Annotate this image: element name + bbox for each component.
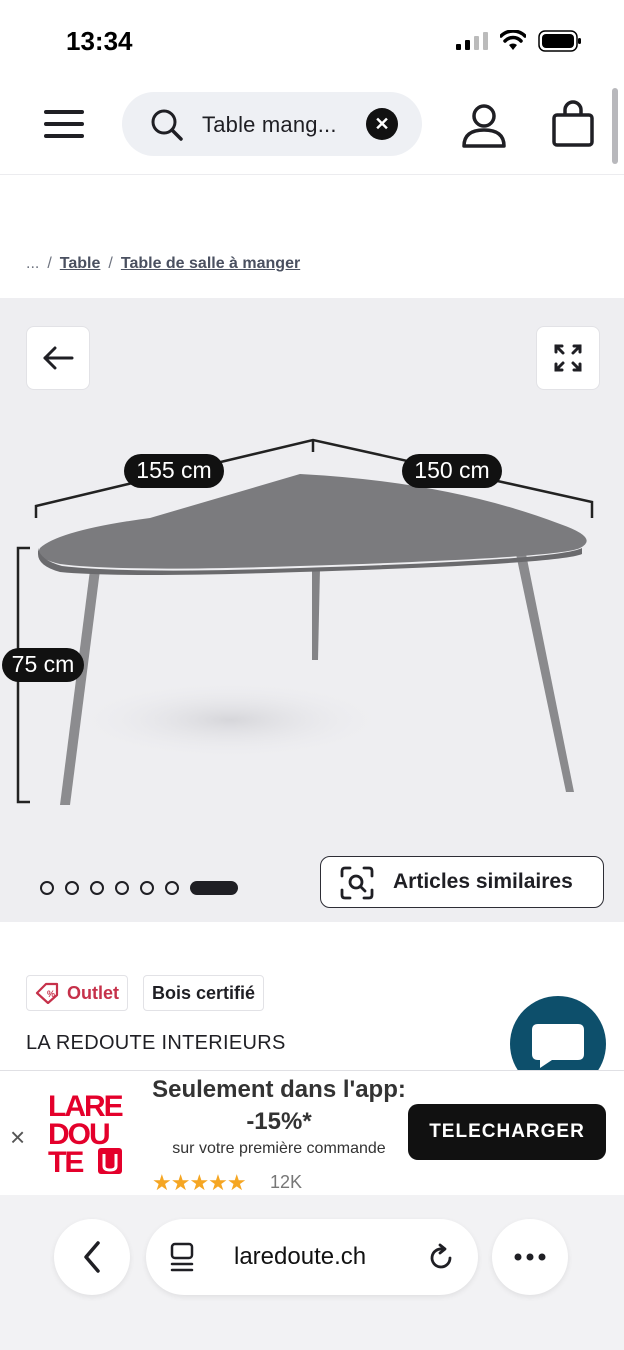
la-redoute-logo: LARE DOU TE: [48, 1090, 125, 1176]
outlet-badge-label: Outlet: [67, 982, 119, 1003]
wifi-icon: [500, 30, 526, 50]
breadcrumb: ... / Table / Table de salle à manger: [26, 255, 301, 272]
pagination-dot[interactable]: [90, 881, 104, 895]
header-divider: [0, 174, 624, 175]
gallery-back-button[interactable]: [26, 326, 90, 390]
fullscreen-button[interactable]: [536, 326, 600, 390]
certified-wood-badge: Bois certifié: [143, 975, 265, 1011]
pagination-dot[interactable]: [40, 881, 54, 895]
page-scrollbar[interactable]: [612, 88, 618, 164]
svg-text:75 cm: 75 cm: [12, 651, 75, 677]
clear-search-icon[interactable]: ✕: [366, 108, 398, 140]
chevron-left-icon: [84, 1241, 100, 1273]
outlet-badge: % Outlet: [26, 975, 128, 1011]
svg-text:150 cm: 150 cm: [414, 457, 489, 483]
search-icon: [151, 109, 183, 141]
similar-articles-button[interactable]: Articles similaires: [320, 856, 604, 908]
svg-text:TE: TE: [48, 1146, 83, 1176]
cart-icon[interactable]: [550, 100, 596, 148]
download-app-button[interactable]: TELECHARGER: [408, 1104, 606, 1160]
pagination-dot[interactable]: [115, 881, 129, 895]
pagination-dot-active[interactable]: [190, 881, 238, 895]
battery-icon: [538, 30, 581, 52]
url-text[interactable]: laredoute.ch: [234, 1243, 366, 1271]
status-time: 13:34: [66, 26, 133, 56]
menu-icon[interactable]: [44, 110, 84, 142]
expand-icon: [554, 344, 582, 372]
account-icon[interactable]: [460, 104, 508, 148]
visual-search-icon: [340, 866, 374, 900]
pagination-dot[interactable]: [140, 881, 154, 895]
pagination-dot[interactable]: [165, 881, 179, 895]
rating-stars-icon: ★★★★★: [152, 1170, 247, 1195]
reload-icon[interactable]: [426, 1243, 456, 1273]
arrow-left-icon: [43, 346, 74, 370]
dimension-label-width-right: 150 cm: [402, 454, 502, 488]
breadcrumb-table[interactable]: Table: [60, 255, 101, 272]
rating-count: 12K: [270, 1172, 303, 1192]
promo-title: Seulement dans l'app: -15%*: [152, 1076, 406, 1135]
dimension-label-height: 75 cm: [2, 648, 84, 682]
discount-tag-icon: %: [35, 982, 59, 1004]
signal-icon: [456, 32, 488, 50]
product-brand[interactable]: LA REDOUTE INTERIEURS: [26, 1032, 286, 1055]
address-bar[interactable]: laredoute.ch: [146, 1219, 478, 1295]
breadcrumb-dining-table[interactable]: Table de salle à manger: [121, 255, 300, 272]
promo-subtitle: sur votre première commande: [172, 1140, 386, 1157]
search-input[interactable]: Table mang...: [202, 112, 337, 138]
browser-more-button[interactable]: [492, 1219, 568, 1295]
tabs-icon: [170, 1242, 194, 1272]
similar-articles-label: Articles similaires: [393, 870, 573, 893]
breadcrumb-ellipsis[interactable]: ...: [26, 255, 39, 272]
browser-back-button[interactable]: [54, 1219, 130, 1295]
search-bar[interactable]: Table mang... ✕: [122, 92, 422, 156]
more-dots-icon: [514, 1253, 546, 1261]
close-banner-icon[interactable]: ×: [10, 1122, 25, 1153]
pagination-dot[interactable]: [65, 881, 79, 895]
svg-text:155 cm: 155 cm: [136, 457, 211, 483]
product-image-triangle-table: 155 cm 150 cm 75 cm: [2, 438, 594, 805]
gallery-pagination[interactable]: [40, 878, 238, 898]
svg-text:%: %: [47, 989, 55, 999]
dimension-label-width-left: 155 cm: [124, 454, 224, 488]
